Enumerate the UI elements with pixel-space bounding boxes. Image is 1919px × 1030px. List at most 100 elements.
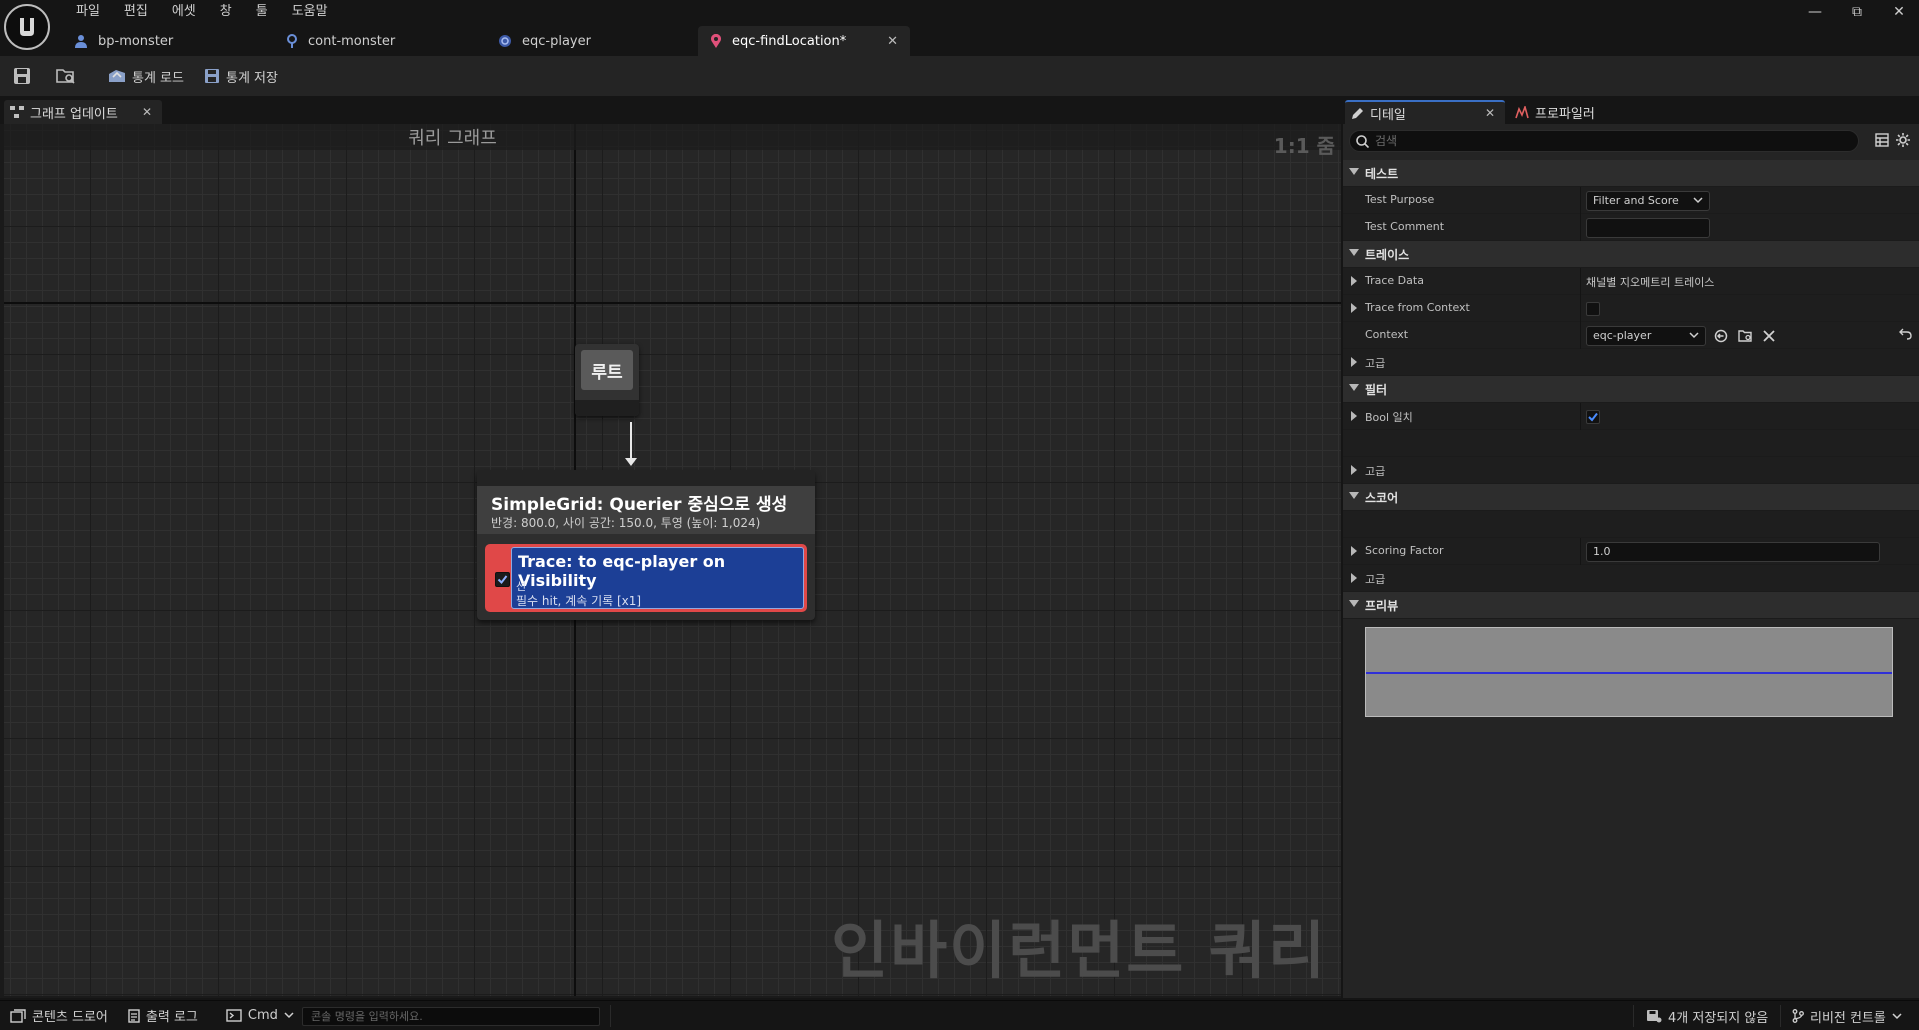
toolbar: 통계 로드 통계 저장 (0, 56, 1919, 96)
menu-file[interactable]: 파일 (64, 2, 112, 22)
browse-folder-icon[interactable] (1736, 327, 1754, 345)
use-selected-icon[interactable] (1712, 327, 1730, 345)
section-preview[interactable]: 프리뷰 (1343, 592, 1919, 619)
filter-spacer (1343, 430, 1919, 457)
save-button[interactable] (0, 61, 44, 91)
profiler-tab-label: 프로파일러 (1535, 106, 1595, 122)
chevron-down-icon (284, 1012, 294, 1019)
tab-details[interactable]: 디테일 ✕ (1345, 100, 1505, 124)
preview-area (1343, 619, 1919, 727)
tab-eqc-findlocation[interactable]: eqc-findLocation* ✕ (698, 26, 910, 56)
menu-asset[interactable]: 에셋 (160, 2, 208, 22)
test-purpose-dropdown[interactable]: Filter and Score (1586, 190, 1710, 211)
generator-node[interactable]: SimpleGrid: Querier 중심으로 생성 반경: 800.0, 사… (477, 470, 815, 620)
graph-axis-horizontal (4, 302, 1341, 304)
cmd-selector[interactable]: Cmd (216, 1001, 304, 1030)
tab-profiler[interactable]: 프로파일러 (1509, 100, 1629, 124)
root-node-label: 루트 (581, 350, 633, 390)
settings-gear-icon[interactable] (1895, 132, 1911, 151)
menu-window[interactable]: 창 (208, 2, 244, 22)
connection-arrow-icon (625, 458, 637, 466)
section-score[interactable]: 스코어 (1343, 484, 1919, 511)
collapse-arrow-icon[interactable] (1351, 573, 1357, 583)
details-panel: 디테일 ✕ 프로파일러 테스트 Test Purpose (1343, 98, 1919, 998)
close-icon[interactable]: ✕ (887, 34, 898, 49)
bool-match-checkbox[interactable] (1586, 409, 1600, 424)
unsaved-icon (1647, 1010, 1662, 1023)
menu-help[interactable]: 도움말 (280, 2, 340, 22)
close-icon[interactable]: ✕ (142, 105, 152, 119)
prop-test-purpose: Test Purpose Filter and Score (1343, 187, 1919, 214)
collapse-arrow-icon[interactable] (1351, 276, 1357, 286)
reset-to-default-icon[interactable] (1899, 328, 1912, 343)
collapse-arrow-icon[interactable] (1351, 303, 1357, 313)
root-node-output-pin[interactable] (575, 400, 639, 416)
prop-advanced-1[interactable]: 고급 (1343, 349, 1919, 376)
unsaved-assets-button[interactable]: 4개 저장되지 않음 (1636, 1001, 1778, 1030)
test-enabled-checkbox[interactable] (495, 572, 510, 587)
trace-from-context-checkbox[interactable] (1586, 301, 1600, 316)
graph-canvas[interactable]: 쿼리 그래프 1:1 줌 루트 SimpleGrid: Querier 중심으로… (4, 124, 1341, 996)
trace-test-node[interactable]: Trace: to eqc-player on Visibility 선 필수 … (485, 544, 807, 612)
details-search-box[interactable] (1349, 130, 1859, 152)
restore-icon[interactable]: ⧉ (1837, 0, 1877, 24)
chevron-down-icon (1689, 332, 1699, 339)
table-view-icon[interactable] (1875, 133, 1889, 150)
collapse-arrow-icon[interactable] (1351, 546, 1357, 556)
save-icon (14, 68, 30, 84)
prop-scoring-factor[interactable]: Scoring Factor 1.0 (1343, 538, 1919, 565)
branch-icon (1792, 1009, 1804, 1023)
trace-test-title: Trace: to eqc-player on Visibility (518, 552, 726, 590)
prop-context: Context eqc-player (1343, 322, 1919, 349)
tab-label: eqc-player (522, 33, 591, 49)
menu-edit[interactable]: 편집 (112, 2, 160, 22)
prop-trace-data[interactable]: Trace Data 채널별 지오메트리 트레이스 (1343, 268, 1919, 295)
check-icon (497, 575, 508, 585)
tab-bp-monster[interactable]: bp-monster (62, 26, 274, 56)
close-icon[interactable]: ✕ (1485, 106, 1495, 120)
test-comment-field[interactable] (1586, 217, 1710, 238)
details-tab-bar: 디테일 ✕ 프로파일러 (1343, 98, 1919, 124)
save-stats-button[interactable]: 통계 저장 (194, 61, 288, 91)
prop-trace-from-context[interactable]: Trace from Context (1343, 295, 1919, 322)
context-dropdown[interactable]: eqc-player (1586, 325, 1706, 346)
minimize-icon[interactable]: — (1795, 0, 1835, 24)
console-command-input[interactable] (302, 1007, 600, 1026)
section-filter[interactable]: 필터 (1343, 376, 1919, 403)
expand-arrow-icon (1349, 249, 1359, 256)
unreal-logo-icon[interactable] (4, 4, 50, 50)
prop-advanced-2[interactable]: 고급 (1343, 457, 1919, 484)
revision-control-button[interactable]: 리비전 컨트롤 (1782, 1001, 1912, 1030)
details-search-row (1343, 128, 1919, 154)
tab-cont-monster[interactable]: cont-monster (274, 26, 486, 56)
tab-eqc-player[interactable]: eqc-player (486, 26, 698, 56)
output-log-button[interactable]: 출력 로그 (118, 1001, 208, 1030)
browse-button[interactable] (44, 61, 88, 91)
content-drawer-button[interactable]: 콘텐츠 드로어 (0, 1001, 118, 1030)
collapse-arrow-icon[interactable] (1351, 411, 1357, 421)
load-stats-button[interactable]: 통계 로드 (98, 61, 194, 91)
clear-icon[interactable] (1760, 327, 1778, 345)
generator-input-pin[interactable] (477, 470, 815, 486)
tab-label: eqc-findLocation* (732, 33, 847, 49)
menu-bar: 파일 편집 에셋 창 툴 도움말 (64, 2, 340, 22)
profiler-icon (1515, 105, 1529, 118)
prop-advanced-3[interactable]: 고급 (1343, 565, 1919, 592)
root-node[interactable]: 루트 (575, 344, 639, 416)
trace-test-body[interactable]: Trace: to eqc-player on Visibility 선 필수 … (511, 547, 804, 609)
menu-tools[interactable]: 툴 (244, 2, 280, 22)
prop-bool-match[interactable]: Bool 일치 (1343, 403, 1919, 430)
collapse-arrow-icon[interactable] (1351, 357, 1357, 367)
zoom-label: 1:1 줌 (1273, 134, 1335, 158)
document-tabs: bp-monster cont-monster eqc-player eqc-f… (62, 26, 910, 56)
expand-arrow-icon (1349, 492, 1359, 499)
collapse-arrow-icon[interactable] (1351, 465, 1357, 475)
pin-icon (287, 34, 297, 48)
person-icon (75, 35, 87, 48)
details-search-input[interactable] (1375, 134, 1845, 148)
scoring-factor-field[interactable]: 1.0 (1586, 541, 1880, 562)
section-test[interactable]: 테스트 (1343, 160, 1919, 187)
section-trace[interactable]: 트레이스 (1343, 241, 1919, 268)
close-window-icon[interactable]: ✕ (1879, 0, 1919, 24)
tab-graph-update[interactable]: 그래프 업데이트 ✕ (4, 100, 162, 124)
